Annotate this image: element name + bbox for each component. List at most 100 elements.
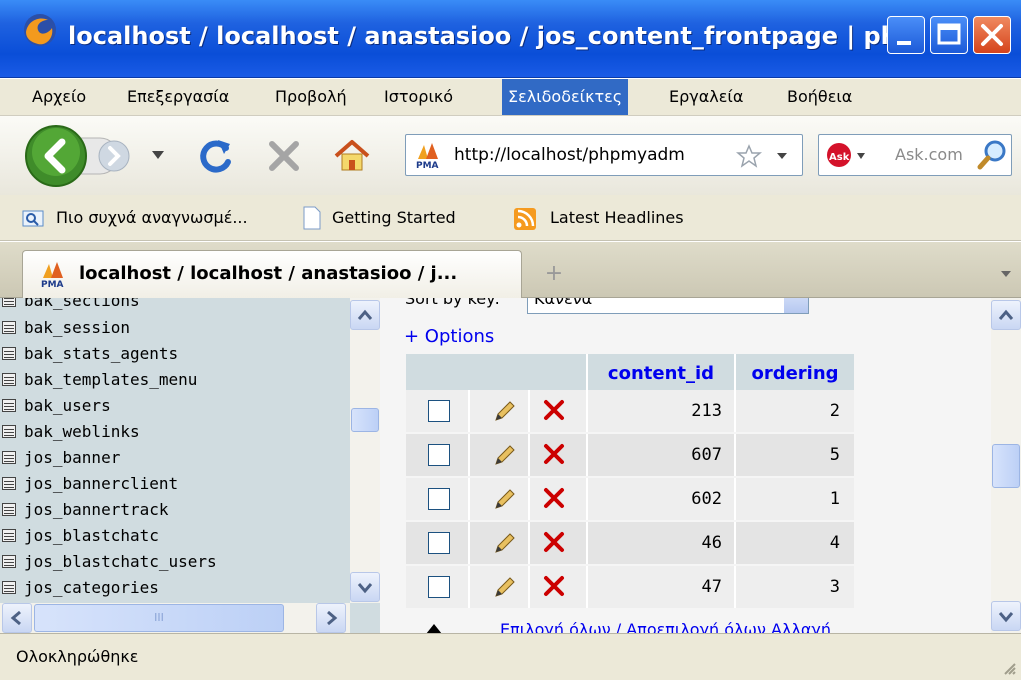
resize-grip-icon[interactable] xyxy=(1001,660,1017,676)
edit-pencil-icon[interactable] xyxy=(492,398,518,424)
minimize-icon xyxy=(897,41,911,45)
table-row: 607 5 xyxy=(406,434,854,476)
scroll-up-button[interactable] xyxy=(991,300,1021,330)
column-header-ordering[interactable]: ordering xyxy=(736,354,854,394)
cell-content-id: 47 xyxy=(701,577,722,597)
menu-view[interactable]: Προβολή xyxy=(269,79,353,115)
left-horizontal-scrollbar[interactable]: III xyxy=(0,603,350,633)
forward-button[interactable] xyxy=(96,138,136,174)
left-vertical-scrollbar[interactable] xyxy=(350,298,380,603)
scroll-up-button[interactable] xyxy=(350,300,380,330)
menu-bookmarks[interactable]: Σελιδοδείκτες xyxy=(502,79,629,115)
edit-pencil-icon[interactable] xyxy=(492,574,518,600)
ask-engine-icon[interactable]: Ask xyxy=(825,141,869,171)
menu-history[interactable]: Ιστορικό xyxy=(378,79,459,115)
table-link[interactable]: jos_categories xyxy=(2,575,159,600)
scroll-thumb[interactable] xyxy=(351,408,379,432)
main-vertical-scrollbar[interactable] xyxy=(991,298,1021,633)
url-bar[interactable]: PMA http://localhost/phpmyadm xyxy=(405,134,803,176)
tab-strip: PMA localhost / localhost / anastasioo /… xyxy=(0,242,1021,298)
edit-pencil-icon[interactable] xyxy=(492,530,518,556)
delete-x-icon[interactable] xyxy=(542,574,566,598)
bookmark-getting-started[interactable]: Getting Started xyxy=(332,195,456,241)
svg-text:PMA: PMA xyxy=(41,280,64,288)
scroll-down-button[interactable] xyxy=(350,572,380,602)
table-link[interactable]: jos_banner xyxy=(2,445,120,470)
check-all-links[interactable]: Επιλογή όλων / Αποεπιλογή όλων Αλλαγή xyxy=(500,620,831,633)
table-icon xyxy=(2,399,16,412)
tab-label: localhost / localhost / anastasioo / j..… xyxy=(79,263,458,284)
menu-help[interactable]: Βοήθεια xyxy=(781,79,858,115)
stop-icon[interactable] xyxy=(266,138,302,174)
tab-list-button[interactable] xyxy=(992,256,1020,292)
cell-ordering: 2 xyxy=(829,401,840,421)
scroll-right-button[interactable] xyxy=(316,603,346,633)
table-link[interactable]: bak_templates_menu xyxy=(2,367,197,392)
options-link[interactable]: + Options xyxy=(404,322,494,352)
delete-x-icon[interactable] xyxy=(542,398,566,422)
row-checkbox[interactable] xyxy=(428,576,450,598)
row-checkbox[interactable] xyxy=(428,488,450,510)
title-bar[interactable]: localhost / localhost / anastasioo / jos… xyxy=(0,0,1021,78)
url-dropdown-icon[interactable] xyxy=(776,151,788,161)
cell-ordering: 5 xyxy=(829,445,840,465)
table-icon xyxy=(2,529,16,542)
search-icon[interactable] xyxy=(977,139,1009,171)
window-title: localhost / localhost / anastasioo / jos… xyxy=(68,22,888,50)
edit-pencil-icon[interactable] xyxy=(492,442,518,468)
reload-icon[interactable] xyxy=(196,136,236,176)
table-link[interactable]: jos_bannertrack xyxy=(2,497,169,522)
row-checkbox[interactable] xyxy=(428,444,450,466)
scroll-thumb[interactable]: III xyxy=(34,604,284,632)
home-icon[interactable] xyxy=(332,136,372,176)
delete-x-icon[interactable] xyxy=(542,530,566,554)
table-row: 46 4 xyxy=(406,522,854,564)
smart-folder-icon xyxy=(22,210,44,227)
scroll-left-button[interactable] xyxy=(2,603,32,633)
cell-ordering: 3 xyxy=(829,577,840,597)
table-link[interactable]: jos_blastchatc xyxy=(2,523,159,548)
column-header-content-id[interactable]: content_id xyxy=(588,354,734,394)
url-text: http://localhost/phpmyadm xyxy=(454,145,685,165)
cell-content-id: 602 xyxy=(691,489,722,509)
svg-text:PMA: PMA xyxy=(416,161,439,169)
menu-tools[interactable]: Εργαλεία xyxy=(663,79,749,115)
page-icon xyxy=(303,206,321,230)
cell-content-id: 46 xyxy=(701,533,722,553)
cell-divider xyxy=(528,522,530,564)
delete-x-icon[interactable] xyxy=(542,486,566,510)
edit-pencil-icon[interactable] xyxy=(492,486,518,512)
new-tab-button[interactable]: + xyxy=(532,256,576,292)
navigation-toolbar: PMA http://localhost/phpmyadm Ask Ask.co… xyxy=(0,115,1021,195)
table-link[interactable]: bak_session xyxy=(2,315,130,340)
table-link[interactable]: bak_users xyxy=(2,393,111,418)
sort-dropdown-button[interactable] xyxy=(784,298,808,313)
cell-divider xyxy=(468,522,470,564)
table-icon xyxy=(2,425,16,438)
maximize-button[interactable] xyxy=(930,16,968,54)
table-link[interactable]: bak_sections xyxy=(2,298,140,313)
scroll-down-button[interactable] xyxy=(991,601,1021,631)
minimize-button[interactable] xyxy=(887,16,925,54)
table-link[interactable]: jos_blastchatc_users xyxy=(2,549,217,574)
table-link[interactable]: bak_stats_agents xyxy=(2,341,178,366)
bookmark-most-visited[interactable]: Πιο συχνά αναγνωσμέ... xyxy=(56,195,248,241)
menu-edit[interactable]: Επεξεργασία xyxy=(121,79,235,115)
row-checkbox[interactable] xyxy=(428,400,450,422)
sort-select[interactable]: Κανένα xyxy=(527,298,809,314)
search-input[interactable]: Ask.com xyxy=(895,135,975,175)
table-link[interactable]: bak_weblinks xyxy=(2,419,140,444)
bookmark-latest-headlines[interactable]: Latest Headlines xyxy=(550,195,684,241)
delete-x-icon[interactable] xyxy=(542,442,566,466)
history-dropdown-icon[interactable] xyxy=(150,148,166,162)
table-link[interactable]: jos_bannerclient xyxy=(2,471,178,496)
scroll-thumb[interactable] xyxy=(992,444,1020,488)
row-checkbox[interactable] xyxy=(428,532,450,554)
table-icon xyxy=(2,503,16,516)
tab-active[interactable]: PMA localhost / localhost / anastasioo /… xyxy=(22,250,522,298)
menu-file[interactable]: Αρχείο xyxy=(26,79,92,115)
close-button[interactable] xyxy=(973,16,1011,54)
search-bar[interactable]: Ask Ask.com xyxy=(818,134,1012,176)
bookmark-star-icon[interactable] xyxy=(736,144,762,168)
status-text: Ολοκληρώθηκε xyxy=(16,647,139,666)
